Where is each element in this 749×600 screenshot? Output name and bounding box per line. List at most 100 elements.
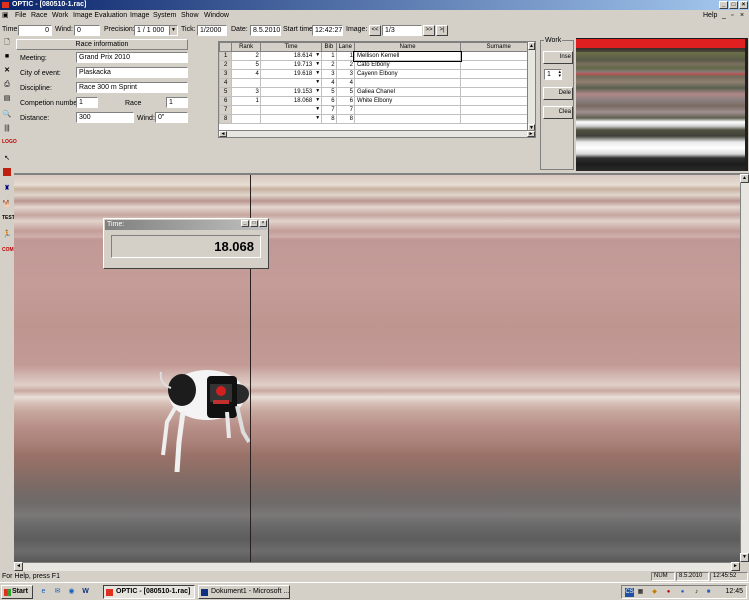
name-cell[interactable]: White Elbony [353, 96, 462, 106]
window-titlebar[interactable]: OPTIC - [080510-1.rac] _ □ × [0, 0, 749, 10]
row-number-cell[interactable]: 6 [219, 96, 233, 106]
name-cell[interactable] [353, 114, 462, 124]
bib-cell[interactable]: 2 [321, 60, 337, 70]
bib-cell[interactable]: 7 [321, 105, 337, 115]
bib-cell[interactable]: 6 [321, 96, 337, 106]
row-number-cell[interactable]: 1 [219, 51, 233, 61]
lane-cell[interactable]: 4 [335, 78, 355, 88]
chevron-down-icon[interactable]: ▼ [315, 71, 320, 78]
print-icon[interactable]: ⎙ [2, 80, 12, 89]
name-cell[interactable]: Cato Elbony [353, 60, 462, 70]
scroll-down-icon[interactable]: ▼ [740, 553, 749, 562]
table-row[interactable]: 2 5 19.713 ▼ 2 2 Cato Elbony [219, 60, 535, 70]
start-time-field[interactable]: 12:42:27 [312, 25, 343, 36]
lane-cell[interactable]: 8 [335, 114, 355, 124]
delete-button[interactable]: Dele [543, 87, 573, 100]
work-spinner[interactable]: 1 ▴ ▾ [544, 69, 562, 80]
image-index-field[interactable]: 1/3 [382, 25, 422, 36]
chevron-down-icon[interactable]: ▼ [169, 26, 177, 35]
time-cell[interactable]: 18.614 ▼ [259, 51, 323, 61]
surname-cell[interactable] [460, 78, 535, 88]
time-cell[interactable]: ▼ [259, 78, 323, 88]
column-header-surname[interactable]: Surname [460, 42, 535, 52]
scroll-up-icon[interactable]: ▲ [528, 42, 535, 50]
pointer-icon[interactable]: ↖ [2, 154, 12, 163]
tray-icon[interactable]: ◆ [650, 588, 659, 597]
row-number-cell[interactable]: 2 [219, 60, 233, 70]
network-icon[interactable]: ▦ [636, 588, 645, 597]
competition-field[interactable]: 1 [76, 97, 98, 108]
bag-icon[interactable]: ♜ [2, 184, 12, 193]
menu-help[interactable]: Help [703, 10, 717, 22]
table-row[interactable]: 7 ▼ 7 7 [219, 105, 535, 115]
mdi-close-icon[interactable]: × [740, 10, 744, 22]
preview-icon[interactable]: ▤ [2, 94, 12, 103]
time-window-maximize-icon[interactable]: □ [250, 220, 258, 227]
menu-work[interactable]: Work [52, 10, 68, 22]
menu-image-evaluation[interactable]: Image Evaluation [73, 10, 127, 22]
tray-icon[interactable]: ■ [704, 588, 713, 597]
time-window[interactable]: Time: _ □ × 18.068 [103, 218, 269, 269]
ie-icon[interactable]: e [38, 586, 49, 597]
rank-cell[interactable]: 5 [231, 60, 261, 70]
scroll-right-icon[interactable]: ► [527, 131, 535, 137]
zoom-icon[interactable]: 🔍 [2, 110, 12, 119]
precision-select[interactable]: 1 / 1 000 ▼ [134, 25, 178, 36]
menu-system[interactable]: System [153, 10, 176, 22]
new-file-icon[interactable]: 🗋 [2, 38, 12, 47]
date-field[interactable]: 8.5.2010 [250, 25, 281, 36]
chevron-down-icon[interactable]: ▼ [315, 107, 320, 114]
lane-cell[interactable]: 5 [335, 87, 355, 97]
chevron-down-icon[interactable]: ▼ [315, 89, 320, 96]
rank-cell[interactable]: 4 [231, 69, 261, 79]
name-cell[interactable] [353, 78, 462, 88]
bib-cell[interactable]: 5 [321, 87, 337, 97]
tick-field[interactable]: 1/2000 [197, 25, 227, 36]
row-number-cell[interactable]: 4 [219, 78, 233, 88]
minimize-button[interactable]: _ [719, 1, 728, 9]
mdi-restore-icon[interactable]: ▫ [731, 10, 733, 22]
logo-icon[interactable]: LOGO [2, 138, 17, 147]
table-row[interactable]: 8 ▼ 8 8 [219, 114, 535, 124]
next-image-button[interactable]: >> [423, 25, 435, 36]
race-field[interactable]: 1 [166, 97, 188, 108]
city-field[interactable]: Plaskacka [76, 67, 188, 78]
lane-cell[interactable]: 6 [335, 96, 355, 106]
language-icon[interactable]: CS [625, 588, 634, 597]
name-cell[interactable]: Cayenn Elbony [353, 69, 462, 79]
time-cell[interactable]: 19.153 ▼ [259, 87, 323, 97]
rank-cell[interactable] [231, 78, 261, 88]
results-vertical-scrollbar[interactable]: ▲ ▼ [527, 42, 535, 130]
photo-vertical-scrollbar[interactable]: ▲ ▼ [740, 174, 749, 562]
menu-file[interactable]: File [15, 10, 26, 22]
prev-image-button[interactable]: << [369, 25, 381, 36]
photo-horizontal-scrollbar[interactable]: ◄ ► [14, 562, 740, 571]
bib-cell[interactable]: 4 [321, 78, 337, 88]
scroll-right-icon[interactable]: ► [731, 562, 740, 571]
chevron-down-icon[interactable]: ▼ [315, 80, 320, 87]
chevron-down-icon[interactable]: ▼ [315, 116, 320, 123]
lane-cell[interactable]: 7 [335, 105, 355, 115]
distance-field[interactable]: 300 [76, 112, 134, 123]
bib-cell[interactable]: 8 [321, 114, 337, 124]
barcode-icon[interactable]: ||| [2, 124, 12, 133]
test-icon[interactable]: TEST [2, 214, 15, 223]
wind-field[interactable]: 0 [74, 25, 100, 36]
surname-cell[interactable] [460, 114, 535, 124]
menu-window[interactable]: Window [204, 10, 229, 22]
greyhound-icon[interactable]: 🐕 [2, 200, 12, 209]
time-field[interactable]: 0 [18, 25, 52, 36]
volume-icon[interactable]: ♪ [692, 588, 701, 597]
meeting-field[interactable]: Grand Prix 2010 [76, 52, 188, 63]
save-icon[interactable]: ■ [2, 52, 12, 61]
discipline-field[interactable]: Race 300 m Sprint [76, 82, 188, 93]
table-row[interactable]: 1 2 18.614 ▼ 1 1 Mellison Kernell [219, 50, 535, 62]
table-row[interactable]: 3 4 19.618 ▼ 3 3 Cayenn Elbony [219, 69, 535, 79]
menu-race[interactable]: Race [31, 10, 47, 22]
surname-cell[interactable] [460, 51, 535, 61]
time-cell[interactable]: 18.068 ▼ [259, 96, 323, 106]
word-icon[interactable]: W [80, 586, 91, 597]
column-header-time[interactable]: Time [259, 42, 323, 52]
time-cell[interactable]: ▼ [259, 114, 323, 124]
wind-info-field[interactable]: 0" [155, 112, 188, 123]
